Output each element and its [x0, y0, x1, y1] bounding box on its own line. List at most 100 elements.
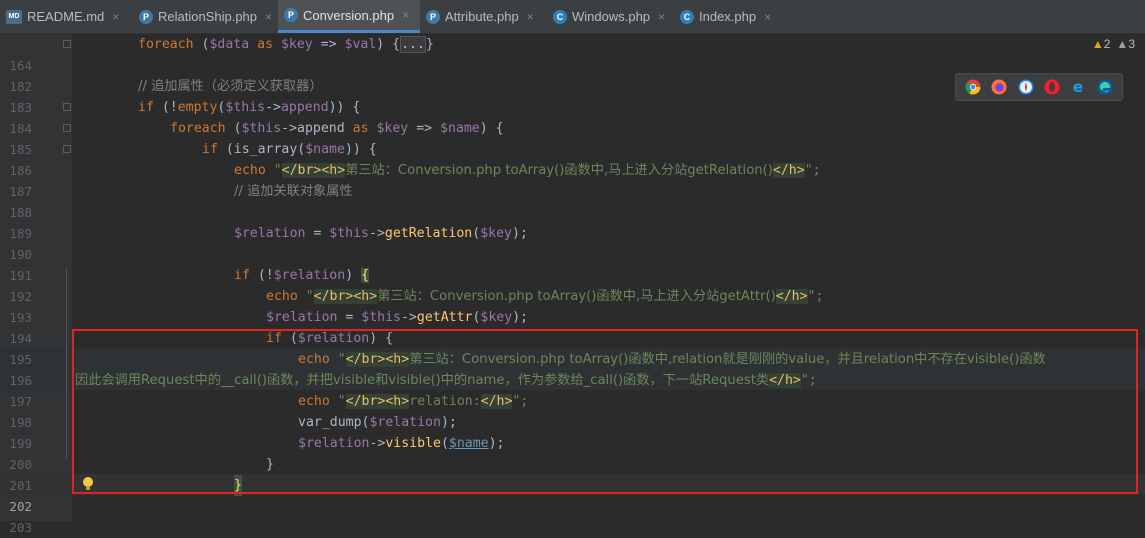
string: " [297, 289, 314, 304]
code-text: ( [193, 37, 210, 52]
code-text: = [337, 310, 362, 325]
code-line: 192 if (!$relation) { [0, 265, 1145, 304]
string: "; [804, 163, 821, 178]
close-icon[interactable]: × [265, 10, 272, 24]
variable: $name [305, 142, 345, 157]
weak-warning-icon: ▲ [1116, 37, 1129, 51]
php-file-icon: P [284, 8, 298, 22]
internet-explorer-icon[interactable]: e [1070, 79, 1086, 95]
tab-readme[interactable]: MD README.md × [0, 0, 133, 33]
code-text: ( [472, 226, 481, 241]
variable: $relation [234, 226, 306, 241]
html-tag: </br><h> [281, 163, 346, 178]
svg-text:e: e [1073, 79, 1083, 95]
keyword: as [352, 121, 369, 136]
variable: $this [241, 121, 282, 136]
property: append [280, 100, 329, 115]
highlight-box [72, 329, 1138, 494]
code-line: 188 // 追加关联对象属性 [0, 181, 1145, 220]
weak-warning-number: 3 [1128, 37, 1135, 51]
function: getAttr [416, 310, 473, 325]
close-icon[interactable]: × [112, 10, 119, 24]
code-text: ) { [479, 121, 504, 136]
tab-label: Attribute.php [445, 9, 519, 24]
warning-icon: ▲ [1091, 37, 1104, 51]
markdown-file-icon: MD [6, 9, 22, 24]
fold-toggle-icon[interactable] [63, 124, 71, 132]
tab-conversion[interactable]: P Conversion.php × [278, 0, 420, 33]
string: 第三站：Conversion.php toArray()函数中,马上进入分站ge… [345, 163, 773, 178]
keyword: foreach [170, 121, 226, 136]
string: "; [807, 289, 824, 304]
firefox-icon[interactable] [991, 79, 1007, 95]
variable: $name [440, 121, 480, 136]
variable: $relation [266, 310, 338, 325]
variable: $this [225, 100, 266, 115]
tab-index[interactable]: C Index.php × [674, 0, 794, 33]
keyword: foreach [138, 37, 194, 52]
variable: $key [480, 226, 512, 241]
function: empty [177, 100, 218, 115]
fold-toggle-icon[interactable] [63, 103, 71, 111]
close-icon[interactable]: × [527, 10, 534, 24]
tab-relationship[interactable]: P RelationShip.php × [133, 0, 278, 33]
code-line: 187 echo "</br><h>第三站：Conversion.php toA… [0, 160, 1145, 199]
code-line: 190 $relation = $this->getRelation($key)… [0, 223, 1145, 262]
html-tag: </h> [775, 289, 808, 304]
keyword: echo [234, 163, 266, 178]
html-tag: </h> [772, 163, 805, 178]
tab-windows[interactable]: C Windows.php × [547, 0, 674, 33]
close-icon[interactable]: × [402, 8, 409, 22]
comment: // 追加关联对象属性 [234, 184, 353, 199]
code-text: } [425, 37, 434, 52]
code-line: 203 [0, 496, 1145, 535]
keyword: if [234, 268, 250, 283]
string: " [265, 163, 282, 178]
html-tag: </br><h> [313, 289, 378, 304]
code-line: 194 $relation = $this->getAttr($key); [0, 307, 1145, 346]
code-text: -> [401, 310, 417, 325]
code-line: 164 foreach ($data as $key => $val) {...… [0, 34, 1145, 73]
close-icon[interactable]: × [658, 10, 665, 24]
string: 第三站：Conversion.php toArray()函数中,马上进入分站ge… [377, 289, 776, 304]
variable: $relation [273, 268, 346, 283]
close-icon[interactable]: × [764, 10, 771, 24]
weak-warning-count[interactable]: ▲3 [1116, 37, 1135, 51]
code-line: 193 echo "</br><h>第三站：Conversion.php toA… [0, 286, 1145, 325]
tab-label: Windows.php [572, 9, 651, 24]
folded-block[interactable]: ... [400, 36, 426, 53]
opera-icon[interactable] [1044, 79, 1060, 95]
code-text: )) { [344, 142, 377, 157]
variable: $this [329, 226, 369, 241]
code-text: -> [369, 226, 385, 241]
variable: $data [209, 37, 250, 52]
code-line: 191 [0, 244, 1145, 283]
keyword: echo [266, 289, 298, 304]
code-text: => [312, 37, 345, 52]
chrome-icon[interactable] [965, 79, 981, 95]
tab-label: Conversion.php [303, 7, 395, 23]
php-class-icon: C [680, 9, 694, 24]
fold-toggle-icon[interactable] [63, 145, 71, 153]
safari-icon[interactable] [1018, 79, 1034, 95]
code-text: ( [225, 121, 242, 136]
keyword: if [202, 142, 218, 157]
tab-attribute[interactable]: P Attribute.php × [420, 0, 547, 33]
edge-icon[interactable] [1097, 79, 1113, 95]
inspection-widget[interactable]: ▲2 ▲3 [1092, 37, 1135, 51]
code-text: ); [512, 310, 529, 325]
code-text: (! [249, 268, 274, 283]
warning-number: 2 [1103, 37, 1111, 51]
code-line: 189 [0, 202, 1145, 241]
warning-count[interactable]: ▲2 [1092, 37, 1111, 51]
browser-preview-popup: e [955, 73, 1123, 101]
php-class-icon: C [553, 9, 567, 24]
code-line: 185 foreach ($this->append as $key => $n… [0, 118, 1145, 157]
function: getRelation [384, 226, 473, 241]
fold-toggle-icon[interactable] [63, 40, 71, 48]
variable: $val [344, 37, 377, 52]
keyword: if [138, 100, 154, 115]
tab-label: README.md [27, 9, 105, 24]
